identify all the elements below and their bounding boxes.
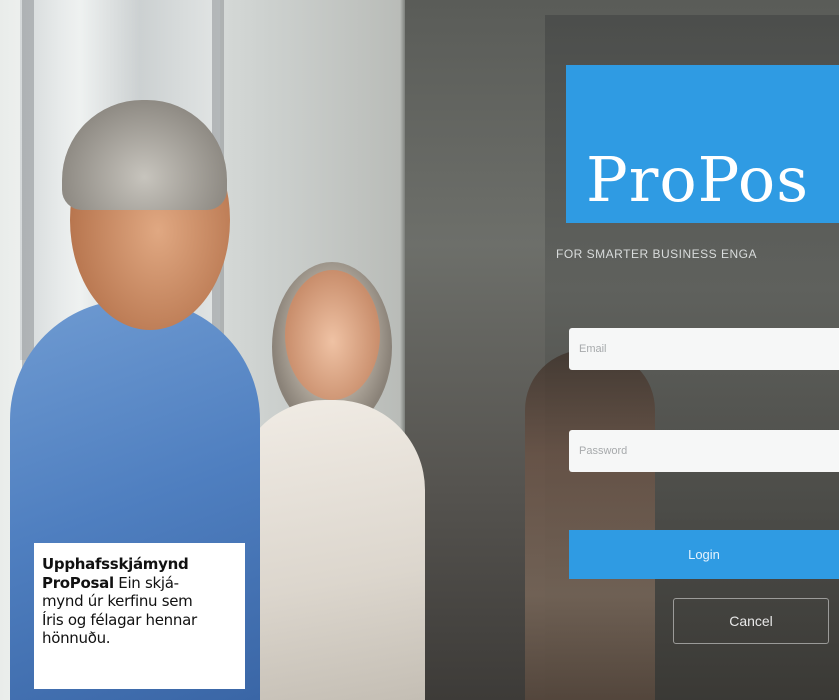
cancel-button[interactable]: Cancel [673,598,829,644]
caption-text: hönnuðu. [42,629,111,647]
password-field[interactable] [569,430,839,472]
caption-text: Íris og félagar hennar [42,610,197,629]
woman-face [285,270,380,400]
caption-subtitle: ProPosal [42,573,114,592]
background-person [525,350,655,700]
logo-box: ProPos [566,65,839,223]
photo-caption: Upphafsskjámynd ProPosal Ein skjá- mynd … [34,543,245,689]
email-field[interactable] [569,328,839,370]
login-button[interactable]: Login [569,530,839,579]
caption-title: Upphafsskjámynd [42,555,189,573]
woman-figure [235,400,425,700]
caption-text: Ein skjá- [113,573,179,592]
app-logo-text: ProPos [586,143,810,216]
caption-text: mynd úr kerfinu sem [42,592,193,610]
app-tagline: FOR SMARTER BUSINESS ENGA [556,247,757,261]
